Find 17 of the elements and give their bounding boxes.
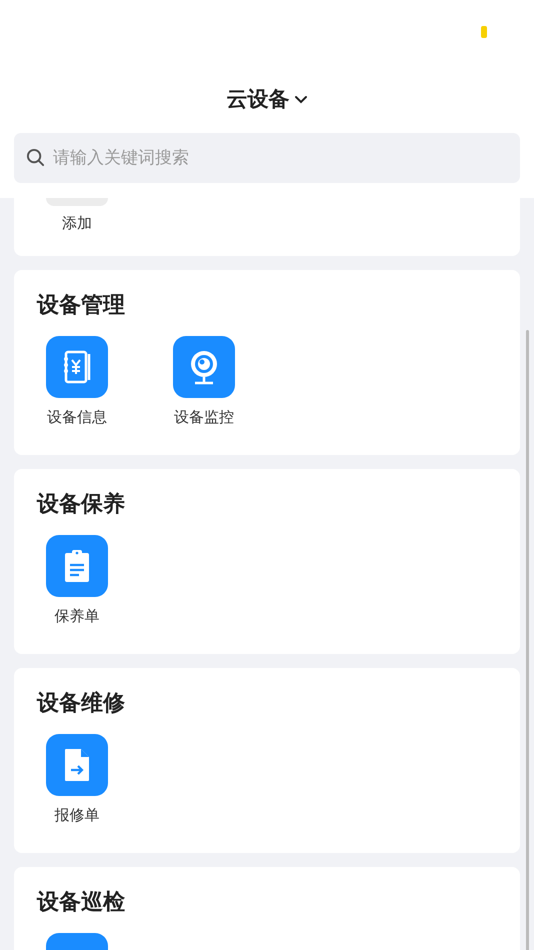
app-label[interactable]: 设备信息 — [47, 406, 107, 428]
chevron-down-icon — [294, 95, 308, 104]
section-title: 设备保养 — [37, 493, 126, 517]
document-arrow-icon — [64, 748, 90, 782]
search-field[interactable]: 请输入关键词搜索 — [14, 133, 520, 183]
app-label[interactable]: 添加 — [62, 212, 92, 234]
section-title: 设备巡检 — [37, 891, 126, 915]
status-indicator — [481, 26, 487, 38]
app-label[interactable]: 报修单 — [54, 804, 100, 826]
section-title: 设备维修 — [37, 692, 126, 716]
clipboard-icon — [64, 549, 90, 583]
app-label[interactable]: 设备监控 — [174, 406, 234, 428]
section-title: 设备管理 — [37, 294, 126, 318]
ledger-icon — [62, 350, 92, 384]
title-dropdown[interactable]: 云设备 — [226, 77, 308, 122]
scrollbar[interactable] — [526, 330, 529, 950]
app-label[interactable]: 保养单 — [54, 605, 100, 628]
